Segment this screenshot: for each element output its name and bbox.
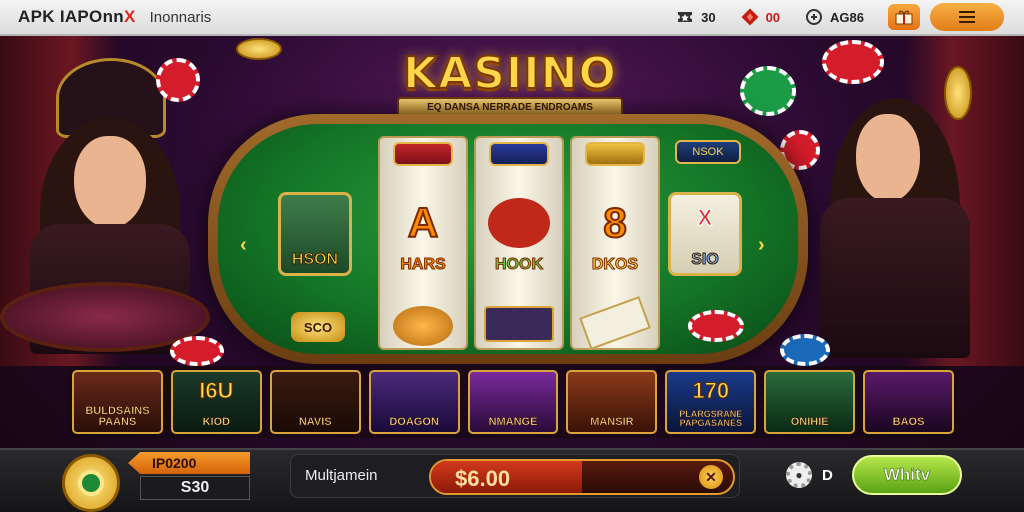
bet-panel[interactable]: IP0200 S30 <box>128 452 250 500</box>
reel-label: DKOS <box>591 256 639 274</box>
poker-chip-icon <box>740 66 796 116</box>
poker-chip-icon <box>170 336 224 366</box>
character-face <box>74 136 146 228</box>
game-number: 170 <box>692 378 730 404</box>
settings-control[interactable]: ● D <box>786 462 833 488</box>
game-tile[interactable]: DOAGON <box>368 370 460 434</box>
reel-label: HARS <box>400 256 446 274</box>
multiplier-label: Multjamein <box>305 467 378 484</box>
game-title: DOAGON <box>389 416 439 428</box>
card-icon <box>579 296 651 350</box>
play-button[interactable]: Whitv <box>852 455 962 495</box>
logo-title: KASIINO <box>402 47 617 100</box>
game-number: I6U <box>199 378 234 404</box>
gift-button[interactable] <box>888 4 920 30</box>
reel-label: HOOK <box>495 256 544 274</box>
mascot-icon <box>488 198 550 248</box>
character-body <box>820 198 970 358</box>
game-tile[interactable]: MANSIR <box>566 370 658 434</box>
game-tile[interactable]: I6U KIOD <box>170 370 262 434</box>
chevron-left-icon[interactable]: ‹ <box>240 234 258 256</box>
game-title: MANSIR <box>590 416 634 428</box>
reel-badge <box>489 142 549 166</box>
app-subtitle: Inonnaris <box>149 8 212 26</box>
game-title: ONIHIE <box>790 416 829 428</box>
gear-icon: ● <box>786 462 812 488</box>
spin-icon <box>78 470 104 496</box>
game-title: BULDSAINS PAANS <box>85 405 150 428</box>
brand-accent: X <box>123 7 136 26</box>
poker-chip-icon <box>156 58 200 102</box>
game-tile[interactable]: NAVIS <box>269 370 361 434</box>
reel-label: HSON <box>291 251 339 269</box>
slot-felt: ‹ › HSON A HARS HOOK 8 DKOS X SIO NSOK S… <box>218 124 798 354</box>
coin-stack-label: SCO <box>291 312 345 342</box>
reel-symbol: A <box>407 198 439 247</box>
app-brand: APK IAPOnnX <box>18 7 136 27</box>
game-carousel: BULDSAINS PAANS I6U KIOD NAVIS DOAGON NM… <box>68 366 958 438</box>
game-title: NAVIS <box>298 416 332 428</box>
multiplier-panel: Multjamein $6.00 ✕ <box>290 454 740 498</box>
multiplier-field[interactable]: $6.00 ✕ <box>429 459 735 495</box>
poker-chip-icon <box>688 310 744 342</box>
ticket-stat[interactable]: 30 <box>675 7 716 27</box>
reel-badge <box>585 142 645 166</box>
gold-coin-icon <box>236 38 282 60</box>
close-icon[interactable]: ✕ <box>699 465 723 489</box>
game-title: BAOS <box>892 416 925 428</box>
game-title: PLARGSRANE PAPGASANES <box>679 409 743 428</box>
settings-value: D <box>822 466 833 484</box>
top-right-controls: 30 00 AG86 <box>675 3 1004 31</box>
bet-value: S30 <box>140 476 250 500</box>
medallion-icon <box>393 306 453 346</box>
reel-badge <box>393 142 453 166</box>
game-tile[interactable]: BULDSAINS PAANS <box>72 370 163 434</box>
reel-badge-right: NSOK <box>675 140 741 164</box>
brand-main: APK IAPOnn <box>18 7 124 26</box>
game-tile[interactable]: BAOS <box>863 370 955 434</box>
slot-machine: ‹ › HSON A HARS HOOK 8 DKOS X SIO NSOK S… <box>208 114 808 364</box>
top-bar: APK IAPOnnX Inonnaris 30 00 AG86 <box>0 0 1024 36</box>
chevron-right-icon[interactable]: › <box>758 234 776 256</box>
game-tile[interactable]: 170 PLARGSRANE PAPGASANES <box>665 370 757 434</box>
hamburger-icon <box>959 16 975 18</box>
character-face <box>856 114 920 202</box>
reel-2: HOOK <box>474 136 564 350</box>
game-tile[interactable]: NMANGE <box>467 370 559 434</box>
poker-chip-icon <box>780 334 830 366</box>
gem-count: 00 <box>765 9 781 25</box>
game-logo: KASIINO EQ DANSA NERRADE ENDROAMS <box>390 47 630 119</box>
reel-1: A HARS <box>378 136 468 350</box>
slot-frame-icon <box>484 306 554 342</box>
poker-chip-icon <box>822 40 884 84</box>
multiplier-value: $6.00 <box>455 466 511 491</box>
ticket-icon <box>675 7 695 27</box>
gold-coin-icon <box>944 66 972 120</box>
gem-stat[interactable]: 00 <box>740 7 780 27</box>
reel-symbol: X <box>697 205 713 231</box>
reel-card-right: X SIO <box>668 192 742 276</box>
coin-icon <box>804 7 824 27</box>
game-title: KIOD <box>202 416 231 428</box>
gift-icon <box>895 10 913 25</box>
game-title: NMANGE <box>488 416 538 428</box>
reel-label: SIO <box>691 251 720 269</box>
reel-3: 8 DKOS <box>570 136 660 350</box>
coin-stat[interactable]: AG86 <box>804 7 864 27</box>
bet-tag: IP0200 <box>128 452 250 474</box>
reel-symbol: 8 <box>602 198 627 247</box>
gem-icon <box>740 7 760 27</box>
game-tile[interactable]: ONIHIE <box>764 370 856 434</box>
reel-card-left: HSON <box>278 192 352 276</box>
coin-count: AG86 <box>830 9 864 25</box>
spin-button[interactable] <box>62 454 120 512</box>
ticket-count: 30 <box>701 9 716 25</box>
menu-button[interactable] <box>930 3 1004 31</box>
